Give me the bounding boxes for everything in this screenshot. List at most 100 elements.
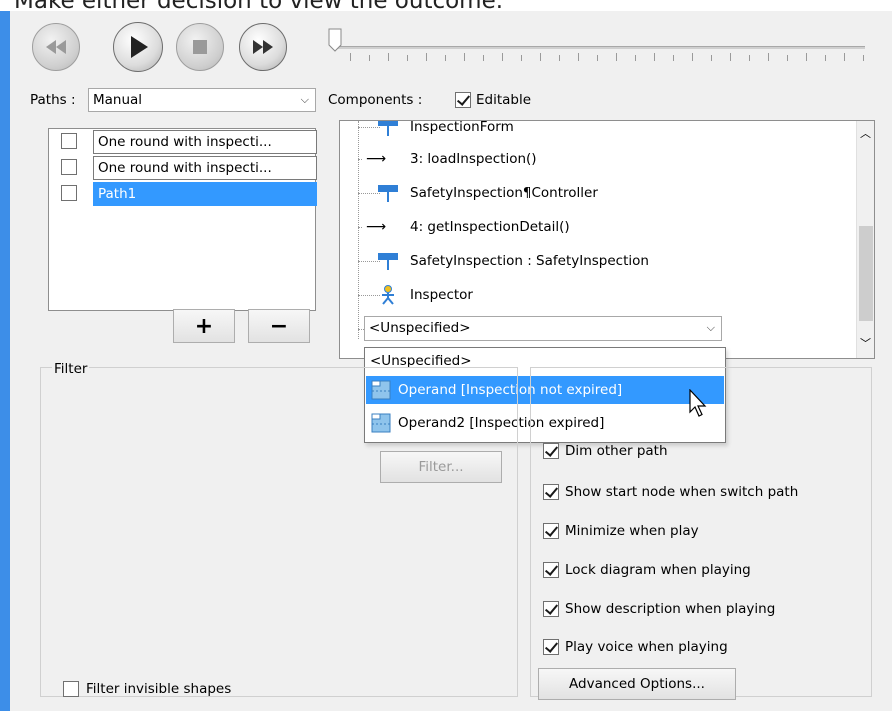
operand-select[interactable]: <Unspecified> ⌵	[364, 316, 722, 341]
slider-tick	[559, 55, 560, 61]
paths-mode-select[interactable]: Manual ⌵	[88, 88, 316, 112]
tree-item-label: Inspector	[410, 287, 473, 303]
chevron-down-icon: ⌵	[300, 93, 309, 106]
slider-tick	[806, 53, 807, 61]
option-label: Show start node when switch path	[565, 484, 799, 500]
slider-tick	[407, 55, 408, 61]
slider-tick	[426, 53, 427, 61]
slider-tick	[768, 53, 769, 61]
paths-label: Paths :	[30, 92, 76, 108]
message-arrow-icon: ⟶	[366, 151, 387, 167]
animation-panel: Paths : Manual ⌵ One round with inspecti…	[10, 11, 892, 711]
play-icon	[131, 36, 148, 58]
option-label: Lock diagram when playing	[565, 562, 751, 578]
fast-forward-icon	[253, 40, 273, 54]
components-label: Components :	[328, 92, 423, 108]
stop-icon	[193, 40, 207, 54]
slider-tick	[863, 55, 864, 61]
slider-tick	[388, 53, 389, 61]
path-checkbox[interactable]	[61, 133, 77, 149]
slider-tick	[350, 53, 351, 61]
path-label: One round with inspecti...	[93, 130, 317, 154]
actor-icon	[382, 285, 394, 305]
slider-tick	[521, 55, 522, 61]
slider-tick	[711, 55, 712, 61]
path-checkbox[interactable]	[61, 159, 77, 175]
slider-tick	[540, 53, 541, 61]
remove-path-button[interactable]: −	[248, 309, 310, 343]
rewind-icon	[46, 40, 66, 54]
tree-item[interactable]: InspectionForm	[340, 120, 850, 139]
operand-select-value: <Unspecified>	[369, 320, 471, 336]
slider-tick	[369, 55, 370, 61]
slider-tick	[654, 53, 655, 61]
play-voice-checkbox[interactable]	[543, 639, 559, 655]
slider-tick	[445, 55, 446, 61]
dim-other-path-checkbox[interactable]	[543, 443, 559, 459]
slider-tick	[673, 55, 674, 61]
tree-item[interactable]: SafetyInspection : SafetyInspection	[340, 249, 850, 273]
tree-item[interactable]: ⟶ 3: loadInspection()	[340, 147, 850, 171]
editable-label: Editable	[476, 92, 532, 108]
scroll-down-icon[interactable]: ﹀	[860, 335, 871, 351]
lock-diagram-checkbox[interactable]	[543, 562, 559, 578]
path-label: Path1	[93, 182, 317, 206]
show-start-node-checkbox[interactable]	[543, 484, 559, 500]
rewind-button[interactable]	[32, 23, 80, 71]
slider-tick	[464, 53, 465, 61]
scroll-up-icon[interactable]: ︿	[860, 125, 871, 141]
tree-item-label: 3: loadInspection()	[410, 151, 537, 167]
option-label: Play voice when playing	[565, 639, 728, 655]
slider-tick	[578, 53, 579, 61]
slider-thumb[interactable]	[328, 28, 342, 52]
slider-tick	[483, 55, 484, 61]
lifeline-icon	[378, 185, 398, 202]
add-path-button[interactable]: +	[173, 309, 235, 343]
tree-item[interactable]: Inspector	[340, 283, 850, 307]
message-arrow-icon: ⟶	[366, 219, 387, 235]
playback-slider[interactable]	[335, 46, 865, 49]
play-button[interactable]	[113, 22, 163, 72]
option-label: Dim other path	[565, 443, 668, 459]
path-row[interactable]: Path1	[49, 181, 317, 207]
path-label: One round with inspecti...	[93, 156, 317, 180]
path-checkbox[interactable]	[61, 185, 77, 201]
paths-mode-value: Manual	[93, 92, 143, 108]
filter-invisible-checkbox[interactable]	[63, 681, 79, 697]
stop-button[interactable]	[176, 23, 224, 71]
tree-scrollbar[interactable]: ︿ ﹀	[856, 121, 874, 358]
chevron-down-icon: ⌵	[706, 321, 715, 334]
tree-item-label: 4: getInspectionDetail()	[410, 219, 570, 235]
filter-group	[40, 367, 518, 697]
slider-tick	[787, 55, 788, 61]
filter-invisible-label: Filter invisible shapes	[86, 681, 232, 697]
slider-tick	[635, 55, 636, 61]
slider-tick	[597, 55, 598, 61]
tree-item-label: SafetyInspection¶Controller	[410, 185, 598, 201]
slider-tick	[825, 55, 826, 61]
filter-label: Filter	[52, 360, 90, 378]
left-accent-bar	[0, 11, 10, 711]
advanced-options-button[interactable]: Advanced Options...	[538, 668, 736, 700]
minimize-when-play-checkbox[interactable]	[543, 523, 559, 539]
slider-tick	[502, 53, 503, 61]
slider-tick	[616, 53, 617, 61]
fast-forward-button[interactable]	[239, 23, 287, 71]
lifeline-icon	[378, 253, 398, 270]
paths-list: One round with inspecti... One round wit…	[48, 128, 317, 311]
option-label: Minimize when play	[565, 523, 699, 539]
show-description-checkbox[interactable]	[543, 601, 559, 617]
slider-tick	[749, 55, 750, 61]
scroll-thumb[interactable]	[859, 226, 873, 321]
path-row[interactable]: One round with inspecti...	[49, 155, 317, 181]
editable-checkbox[interactable]	[455, 92, 471, 108]
filter-button[interactable]: Filter...	[380, 451, 502, 483]
option-label: Show description when playing	[565, 601, 776, 617]
path-row[interactable]: One round with inspecti...	[49, 129, 317, 155]
tree-item[interactable]: ⟶ 4: getInspectionDetail()	[340, 215, 850, 239]
slider-tick	[692, 53, 693, 61]
tree-item[interactable]: SafetyInspection¶Controller	[340, 181, 850, 205]
tree-item-label: InspectionForm	[410, 120, 514, 135]
slider-tick	[730, 53, 731, 61]
lifeline-icon	[378, 121, 398, 136]
